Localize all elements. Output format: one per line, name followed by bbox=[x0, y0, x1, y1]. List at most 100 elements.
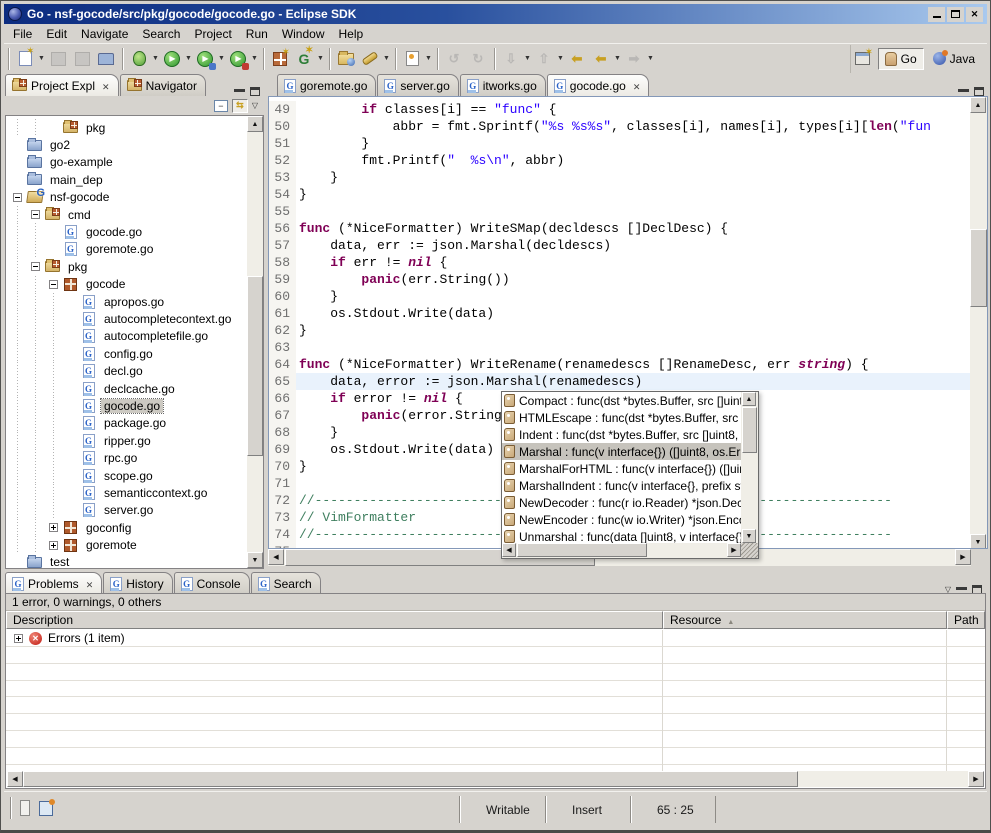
tree-item[interactable]: autocompletefile.go bbox=[8, 328, 246, 345]
next-annotation-button[interactable]: ⇩ bbox=[499, 47, 523, 71]
tree-item[interactable]: goconfig bbox=[8, 519, 246, 536]
scroll-down-icon[interactable]: ▼ bbox=[970, 534, 986, 549]
tree-item[interactable]: pkg bbox=[8, 119, 246, 136]
tree-item[interactable]: cmd bbox=[8, 206, 246, 223]
tab-project-expl[interactable]: Project Expl bbox=[5, 74, 119, 96]
perspective-go-button[interactable]: Go bbox=[878, 48, 924, 70]
scroll-down-icon[interactable]: ▼ bbox=[742, 529, 756, 543]
completion-item[interactable]: NewDecoder : func(r io.Reader) *json.Dec… bbox=[502, 494, 741, 511]
completion-item[interactable]: Compact : func(dst *bytes.Buffer, src []… bbox=[502, 392, 741, 409]
tab-problems[interactable]: Problems bbox=[5, 572, 102, 594]
debug-dropdown[interactable]: ▼ bbox=[151, 47, 160, 71]
tree-item[interactable]: go-example bbox=[8, 154, 246, 171]
last-edit-location-button[interactable]: ⬅ bbox=[565, 47, 589, 71]
minimize-view-icon[interactable] bbox=[956, 586, 967, 590]
scroll-up-icon[interactable]: ▲ bbox=[742, 392, 756, 406]
scroll-thumb[interactable] bbox=[742, 407, 757, 453]
minimize-button[interactable] bbox=[928, 7, 945, 22]
external-tools-dropdown[interactable]: ▼ bbox=[250, 47, 259, 71]
external-tools-button[interactable] bbox=[226, 47, 250, 71]
title-bar[interactable]: Go - nsf-gocode/src/pkg/gocode/gocode.go… bbox=[4, 4, 987, 24]
menu-item-search[interactable]: Search bbox=[135, 25, 187, 43]
tree-item[interactable]: goremote.go bbox=[8, 241, 246, 258]
new-dropdown[interactable]: ▼ bbox=[37, 47, 46, 71]
scroll-up-icon[interactable]: ▲ bbox=[247, 116, 263, 132]
completion-list[interactable]: Compact : func(dst *bytes.Buffer, src []… bbox=[502, 392, 741, 543]
tree-item[interactable]: main_dep bbox=[8, 171, 246, 188]
scroll-thumb[interactable] bbox=[970, 229, 987, 307]
save-all-button[interactable] bbox=[70, 47, 94, 71]
previous-annotation-dropdown[interactable]: ▼ bbox=[556, 47, 565, 71]
tree-item[interactable]: config.go bbox=[8, 345, 246, 362]
editor-vertical-scrollbar[interactable]: ▲ ▼ bbox=[970, 97, 987, 549]
tree-item[interactable]: gocode.go bbox=[8, 223, 246, 240]
tab-close-icon[interactable] bbox=[83, 577, 94, 591]
completion-item[interactable]: HTMLEscape : func(dst *bytes.Buffer, src… bbox=[502, 409, 741, 426]
column-header-resource[interactable]: Resource bbox=[663, 611, 947, 629]
tab-search[interactable]: Search bbox=[251, 572, 321, 594]
previous-annotation-button[interactable]: ⇧ bbox=[532, 47, 556, 71]
scroll-right-icon[interactable]: ▶ bbox=[727, 543, 741, 557]
link-with-editor-button[interactable]: ⇆ bbox=[232, 99, 248, 113]
scroll-down-icon[interactable]: ▼ bbox=[247, 552, 263, 568]
column-header-description[interactable]: Description bbox=[6, 611, 663, 629]
run-button[interactable] bbox=[160, 47, 184, 71]
column-header-path[interactable]: Path bbox=[947, 611, 985, 629]
back-dropdown[interactable]: ▼ bbox=[613, 47, 622, 71]
new-wizard-button[interactable] bbox=[13, 47, 37, 71]
new-go-dropdown[interactable]: ▼ bbox=[316, 47, 325, 71]
maximize-view-icon[interactable] bbox=[974, 87, 984, 96]
run-history-button[interactable] bbox=[193, 47, 217, 71]
debug-button[interactable] bbox=[127, 47, 151, 71]
show-view-icon[interactable] bbox=[39, 801, 53, 816]
maximize-button[interactable] bbox=[947, 7, 964, 22]
popup-vertical-scrollbar[interactable]: ▲ ▼ bbox=[741, 392, 758, 543]
forward-dropdown[interactable]: ▼ bbox=[646, 47, 655, 71]
tree-item[interactable]: decl.go bbox=[8, 362, 246, 379]
fast-view-icon[interactable] bbox=[20, 800, 30, 816]
undo-button[interactable]: ↺ bbox=[442, 47, 466, 71]
completion-item[interactable]: Indent : func(dst *bytes.Buffer, src []u… bbox=[502, 426, 741, 443]
menu-item-project[interactable]: Project bbox=[187, 25, 238, 43]
menu-item-navigate[interactable]: Navigate bbox=[74, 25, 135, 43]
tree-item[interactable]: server.go bbox=[8, 502, 246, 519]
scroll-left-icon[interactable]: ◀ bbox=[7, 771, 23, 787]
tree-item[interactable]: goremote bbox=[8, 536, 246, 553]
collapse-icon[interactable] bbox=[49, 280, 58, 289]
forward-button[interactable]: ➡ bbox=[622, 47, 646, 71]
tree-item[interactable]: package.go bbox=[8, 415, 246, 432]
tree-item[interactable]: go2 bbox=[8, 136, 246, 153]
project-tree[interactable]: pkggo2go-examplemain_depnsf-gocodecmdgoc… bbox=[5, 115, 264, 569]
tab-server-go[interactable]: server.go bbox=[377, 74, 458, 96]
tree-item[interactable]: autocompletecontext.go bbox=[8, 310, 246, 327]
new-go-element-button[interactable]: G bbox=[292, 47, 316, 71]
scroll-left-icon[interactable]: ◀ bbox=[502, 543, 516, 557]
tab-goremote-go[interactable]: goremote.go bbox=[277, 74, 376, 96]
completion-item[interactable]: MarshalIndent : func(v interface{}, pref… bbox=[502, 477, 741, 494]
run-history-dropdown[interactable]: ▼ bbox=[217, 47, 226, 71]
tree-item[interactable]: gocode bbox=[8, 276, 246, 293]
tab-itworks-go[interactable]: itworks.go bbox=[460, 74, 546, 96]
problems-horizontal-scrollbar[interactable]: ◀ ▶ bbox=[7, 771, 984, 787]
maximize-view-icon[interactable] bbox=[250, 87, 260, 96]
tree-item[interactable]: pkg bbox=[8, 258, 246, 275]
view-menu-button[interactable]: ▽ bbox=[252, 101, 258, 110]
tree-item[interactable]: test bbox=[8, 554, 246, 568]
tree-item[interactable]: semanticcontext.go bbox=[8, 484, 246, 501]
tab-history[interactable]: History bbox=[103, 572, 172, 594]
new-go-package-button[interactable] bbox=[268, 47, 292, 71]
print-button[interactable] bbox=[94, 47, 118, 71]
tab-close-icon[interactable] bbox=[630, 79, 641, 93]
popup-horizontal-scrollbar[interactable]: ◀ ▶ bbox=[502, 543, 741, 558]
toggle-mark-dropdown[interactable]: ▼ bbox=[424, 47, 433, 71]
resize-grip[interactable] bbox=[741, 543, 758, 558]
minimize-view-icon[interactable] bbox=[958, 88, 969, 92]
back-button[interactable]: ⬅ bbox=[589, 47, 613, 71]
scroll-right-icon[interactable]: ▶ bbox=[955, 549, 971, 565]
menu-item-run[interactable]: Run bbox=[239, 25, 275, 43]
scroll-left-icon[interactable]: ◀ bbox=[268, 549, 284, 565]
expand-icon[interactable] bbox=[49, 541, 58, 550]
tree-item[interactable]: nsf-gocode bbox=[8, 189, 246, 206]
completion-item[interactable]: Marshal : func(v interface{}) ([]uint8, … bbox=[502, 443, 741, 460]
menu-item-window[interactable]: Window bbox=[275, 25, 332, 43]
